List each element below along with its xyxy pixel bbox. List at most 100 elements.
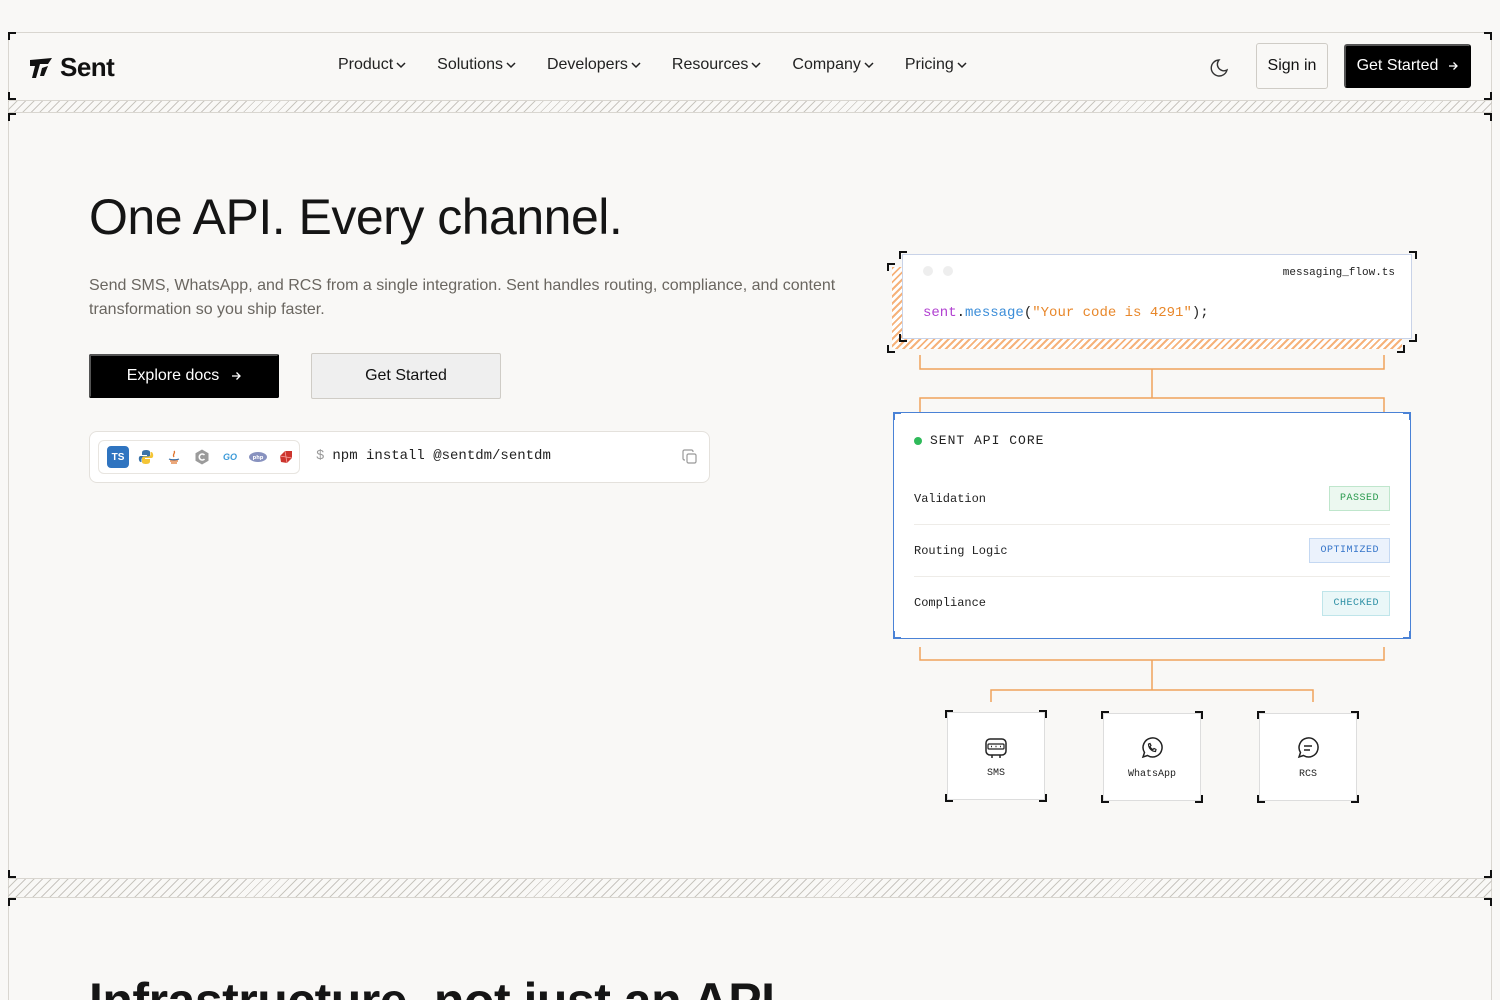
- sms-icon: [985, 737, 1007, 758]
- core-row: Routing Logic OPTIMIZED: [914, 525, 1390, 577]
- main-nav: Product Solutions Developers Resources C…: [338, 56, 967, 74]
- nav-solutions[interactable]: Solutions: [437, 56, 516, 74]
- corner-mark: [899, 334, 907, 342]
- corner-mark: [1039, 794, 1047, 802]
- corner-mark: [1351, 795, 1359, 803]
- get-started-label: Get Started: [365, 367, 447, 384]
- nav-product[interactable]: Product: [338, 56, 406, 74]
- corner-mark: [887, 263, 895, 271]
- nav-developers[interactable]: Developers: [547, 56, 641, 74]
- hero-title: One API. Every channel.: [89, 189, 623, 245]
- nav-label: Product: [338, 56, 394, 73]
- command-text: npm install @sentdm/sentdm: [332, 448, 551, 464]
- nav-company[interactable]: Company: [792, 56, 874, 74]
- sign-in-label: Sign in: [1267, 57, 1317, 74]
- channel-whatsapp[interactable]: WhatsApp: [1103, 713, 1201, 801]
- get-started-button[interactable]: Get Started: [311, 353, 501, 399]
- corner-mark: [893, 412, 901, 420]
- site-header: Sent Product Solutions Developers Resour…: [8, 32, 1492, 100]
- install-command[interactable]: $ npm install @sentdm/sentdm: [316, 448, 551, 464]
- get-started-header-button[interactable]: Get Started: [1344, 44, 1471, 88]
- corner-mark: [8, 870, 16, 878]
- sent-logo-icon: [30, 57, 52, 78]
- channel-label: RCS: [1298, 768, 1317, 780]
- corner-mark: [1101, 795, 1109, 803]
- sign-in-button[interactable]: Sign in: [1256, 43, 1328, 89]
- java-icon[interactable]: [163, 446, 185, 468]
- window-dots: [923, 266, 953, 276]
- csharp-icon[interactable]: [191, 446, 213, 468]
- copy-icon[interactable]: [681, 448, 699, 466]
- channel-rcs[interactable]: RCS: [1259, 713, 1357, 801]
- channel-sms[interactable]: SMS: [947, 712, 1045, 800]
- chevron-down-icon: [506, 62, 516, 69]
- code-token: "Your code is 4291": [1032, 305, 1192, 321]
- hatch-divider: [8, 100, 1492, 113]
- corner-mark: [893, 631, 901, 639]
- corner-mark: [1409, 251, 1417, 259]
- explore-docs-button[interactable]: Explore docs: [89, 354, 279, 398]
- logo-text: Sent: [60, 52, 115, 82]
- get-started-label: Get Started: [1356, 57, 1439, 74]
- code-token: (: [1023, 305, 1033, 321]
- typescript-icon[interactable]: TS: [107, 446, 129, 468]
- corner-mark: [1195, 711, 1203, 719]
- corner-mark: [1257, 711, 1265, 719]
- corner-mark: [945, 794, 953, 802]
- status-badge: OPTIMIZED: [1309, 538, 1390, 563]
- corner-mark: [1195, 795, 1203, 803]
- corner-mark: [1039, 710, 1047, 718]
- corner-mark: [899, 251, 907, 259]
- core-title-text: SENT API CORE: [930, 433, 1045, 448]
- corner-mark: [887, 345, 895, 353]
- arrow-right-icon: [1449, 62, 1459, 70]
- chevron-down-icon: [631, 62, 641, 69]
- chevron-down-icon: [957, 62, 967, 69]
- rcs-icon: [1297, 736, 1319, 758]
- install-command-box: TS GO php $ npm install @sentdm/sentdm: [89, 431, 710, 483]
- frame-left-line: [8, 32, 9, 1000]
- chevron-down-icon: [864, 62, 874, 69]
- hero-subtitle: Send SMS, WhatsApp, and RCS from a singl…: [89, 277, 836, 318]
- code-card: messaging_flow.ts sent.message("Your cod…: [902, 254, 1412, 339]
- ruby-icon[interactable]: [275, 446, 297, 468]
- corner-mark: [1484, 870, 1492, 878]
- python-icon[interactable]: [135, 446, 157, 468]
- corner-mark: [1403, 631, 1411, 639]
- corner-mark: [1484, 113, 1492, 121]
- corner-mark: [1403, 412, 1411, 420]
- nav-label: Developers: [546, 56, 628, 73]
- explore-docs-label: Explore docs: [126, 367, 220, 384]
- status-badge: CHECKED: [1322, 590, 1390, 616]
- php-icon[interactable]: php: [247, 446, 269, 468]
- whatsapp-icon: [1141, 736, 1163, 758]
- chevron-down-icon: [751, 62, 761, 69]
- corner-mark: [1351, 711, 1359, 719]
- code-token: .: [956, 305, 966, 321]
- corner-mark: [1101, 711, 1109, 719]
- core-row: Compliance CHECKED: [914, 577, 1390, 629]
- corner-mark: [8, 898, 16, 906]
- corner-mark: [1257, 795, 1265, 803]
- corner-mark: [1397, 345, 1405, 353]
- corner-mark: [1409, 334, 1417, 342]
- api-core-card: SENT API CORE Validation PASSED Routing …: [893, 412, 1411, 639]
- status-badge: PASSED: [1328, 486, 1390, 511]
- frame-right-line: [1491, 32, 1492, 1000]
- corner-mark: [945, 710, 953, 718]
- nav-pricing[interactable]: Pricing: [905, 56, 967, 74]
- corner-mark: [8, 113, 16, 121]
- prompt-symbol: $: [316, 448, 325, 464]
- arrow-right-icon: [232, 372, 242, 380]
- nav-resources[interactable]: Resources: [672, 56, 761, 74]
- go-icon[interactable]: GO: [219, 446, 241, 468]
- channel-label: WhatsApp: [1127, 768, 1176, 780]
- row-label: Compliance: [914, 596, 987, 610]
- corner-mark: [1484, 898, 1492, 906]
- code-token: message: [965, 305, 1024, 321]
- code-filename: messaging_flow.ts: [1282, 267, 1395, 279]
- logo[interactable]: Sent: [28, 52, 115, 83]
- core-row: Validation PASSED: [914, 473, 1390, 525]
- moon-icon[interactable]: [1210, 56, 1232, 78]
- nav-label: Pricing: [904, 56, 954, 73]
